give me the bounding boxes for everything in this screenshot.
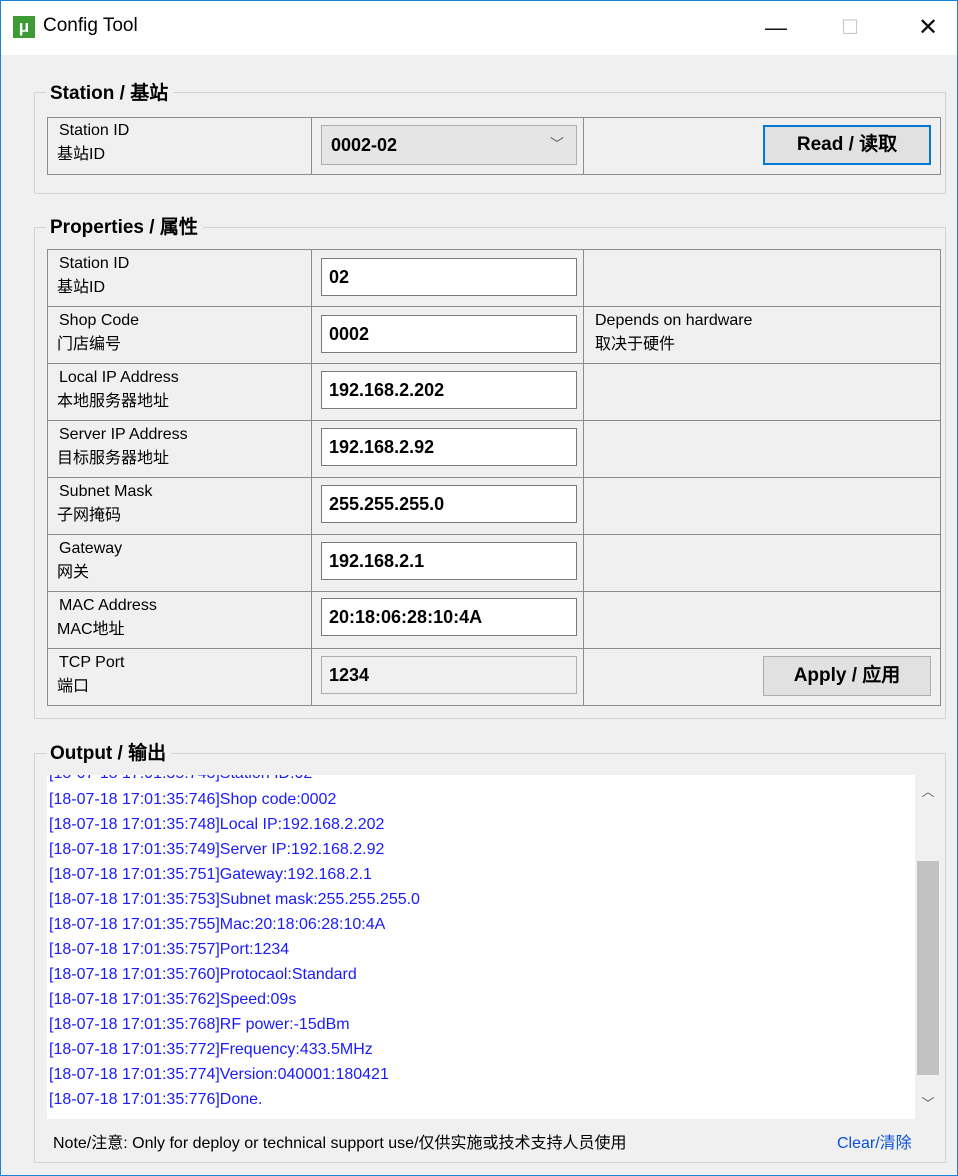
shop-code-input[interactable]: 0002 (321, 315, 577, 353)
property-label-en: Station ID (59, 255, 130, 272)
property-label-en: Server IP Address (59, 426, 188, 443)
station-id-label-cn: 基站ID (57, 146, 106, 163)
window-title: Config Tool (43, 15, 138, 36)
station-id-label-en: Station ID (59, 122, 130, 139)
property-label-cn: 端口 (57, 678, 90, 695)
property-label-cn: 目标服务器地址 (57, 450, 170, 467)
scroll-up-icon[interactable]: ︿ (915, 779, 941, 805)
close-button[interactable]: ✕ (897, 1, 958, 55)
property-label-cn: 门店编号 (57, 336, 122, 353)
minimize-button[interactable]: — (745, 1, 807, 55)
read-button[interactable]: Read / 读取 (763, 125, 931, 165)
property-row (583, 477, 941, 535)
scroll-down-icon[interactable]: ﹀ (915, 1091, 941, 1117)
log-line: [18-07-18 17:01:35:753]Subnet mask:255.2… (49, 891, 420, 908)
property-label-en: Subnet Mask (59, 483, 153, 500)
scrollbar-thumb[interactable] (917, 861, 939, 1075)
station-id-input[interactable]: 02 (321, 258, 577, 296)
gateway-input[interactable]: 192.168.2.1 (321, 542, 577, 580)
property-label-cn: 基站ID (57, 279, 106, 296)
output-log[interactable]: [18-07-18 17:01:35:743]Station ID:02 [18… (47, 775, 941, 1119)
station-group-title: Station / 基站 (46, 78, 174, 105)
property-label-en: Gateway (59, 540, 123, 557)
log-line: [18-07-18 17:01:35:760]Protocaol:Standar… (49, 966, 357, 983)
hardware-note-en: Depends on hardware (595, 312, 753, 329)
log-line: [18-07-18 17:01:35:762]Speed:09s (49, 991, 297, 1008)
property-label-cn: MAC地址 (57, 621, 125, 638)
log-line: [18-07-18 17:01:35:772]Frequency:433.5MH… (49, 1041, 373, 1058)
output-group-title: Output / 输出 (46, 738, 172, 765)
log-line: [18-07-18 17:01:35:776]Done. (49, 1091, 263, 1108)
log-line: [18-07-18 17:01:35:743]Station ID:02 (49, 775, 312, 785)
log-line: [18-07-18 17:01:35:755]Mac:20:18:06:28:1… (49, 916, 386, 933)
property-label-en: TCP Port (59, 654, 125, 671)
log-line: [18-07-18 17:01:35:746]Shop code:0002 (49, 791, 337, 808)
log-line: [18-07-18 17:01:35:748]Local IP:192.168.… (49, 816, 385, 833)
log-line: [18-07-18 17:01:35:749]Server IP:192.168… (49, 841, 385, 858)
subnet-mask-input[interactable]: 255.255.255.0 (321, 485, 577, 523)
log-line: [18-07-18 17:01:35:751]Gateway:192.168.2… (49, 866, 372, 883)
property-label-en: Shop Code (59, 312, 140, 329)
local-ip-input[interactable]: 192.168.2.202 (321, 371, 577, 409)
tcp-port-input[interactable]: 1234 (321, 656, 577, 694)
config-tool-window: μ Config Tool — ☐ ✕ Station / 基站 Station… (0, 0, 958, 1176)
mac-address-input[interactable]: 20:18:06:28:10:4A (321, 598, 577, 636)
log-line: [18-07-18 17:01:35:768]RF power:-15dBm (49, 1016, 350, 1033)
property-label-cn: 子网掩码 (57, 507, 122, 524)
clear-link[interactable]: Clear/清除 (837, 1129, 912, 1153)
property-row (583, 534, 941, 592)
property-label-en: Local IP Address (59, 369, 179, 386)
property-label-cn: 网关 (57, 564, 90, 581)
server-ip-input[interactable]: 192.168.2.92 (321, 428, 577, 466)
title-bar[interactable]: μ Config Tool — ☐ ✕ (1, 1, 957, 55)
hardware-note-cn: 取决于硬件 (595, 336, 676, 353)
maximize-button[interactable]: ☐ (819, 1, 881, 55)
apply-button[interactable]: Apply / 应用 (763, 656, 931, 696)
station-select[interactable]: 0002-02 ﹀ (321, 125, 577, 165)
property-row (583, 363, 941, 421)
property-row (583, 249, 941, 307)
property-row (583, 420, 941, 478)
log-line: [18-07-18 17:01:35:774]Version:040001:18… (49, 1066, 389, 1083)
property-label-en: MAC Address (59, 597, 157, 614)
log-line: [18-07-18 17:01:35:757]Port:1234 (49, 941, 290, 958)
usage-note: Note/注意: Only for deploy or technical su… (53, 1135, 627, 1152)
output-scrollbar[interactable]: ︿ ﹀ (915, 775, 941, 1119)
station-select-value: 0002-02 (331, 135, 398, 155)
chevron-down-icon[interactable]: ﹀ (550, 134, 564, 154)
property-row (583, 591, 941, 649)
property-label-cn: 本地服务器地址 (57, 393, 170, 410)
properties-group-title: Properties / 属性 (46, 212, 203, 239)
app-icon: μ (13, 16, 35, 38)
